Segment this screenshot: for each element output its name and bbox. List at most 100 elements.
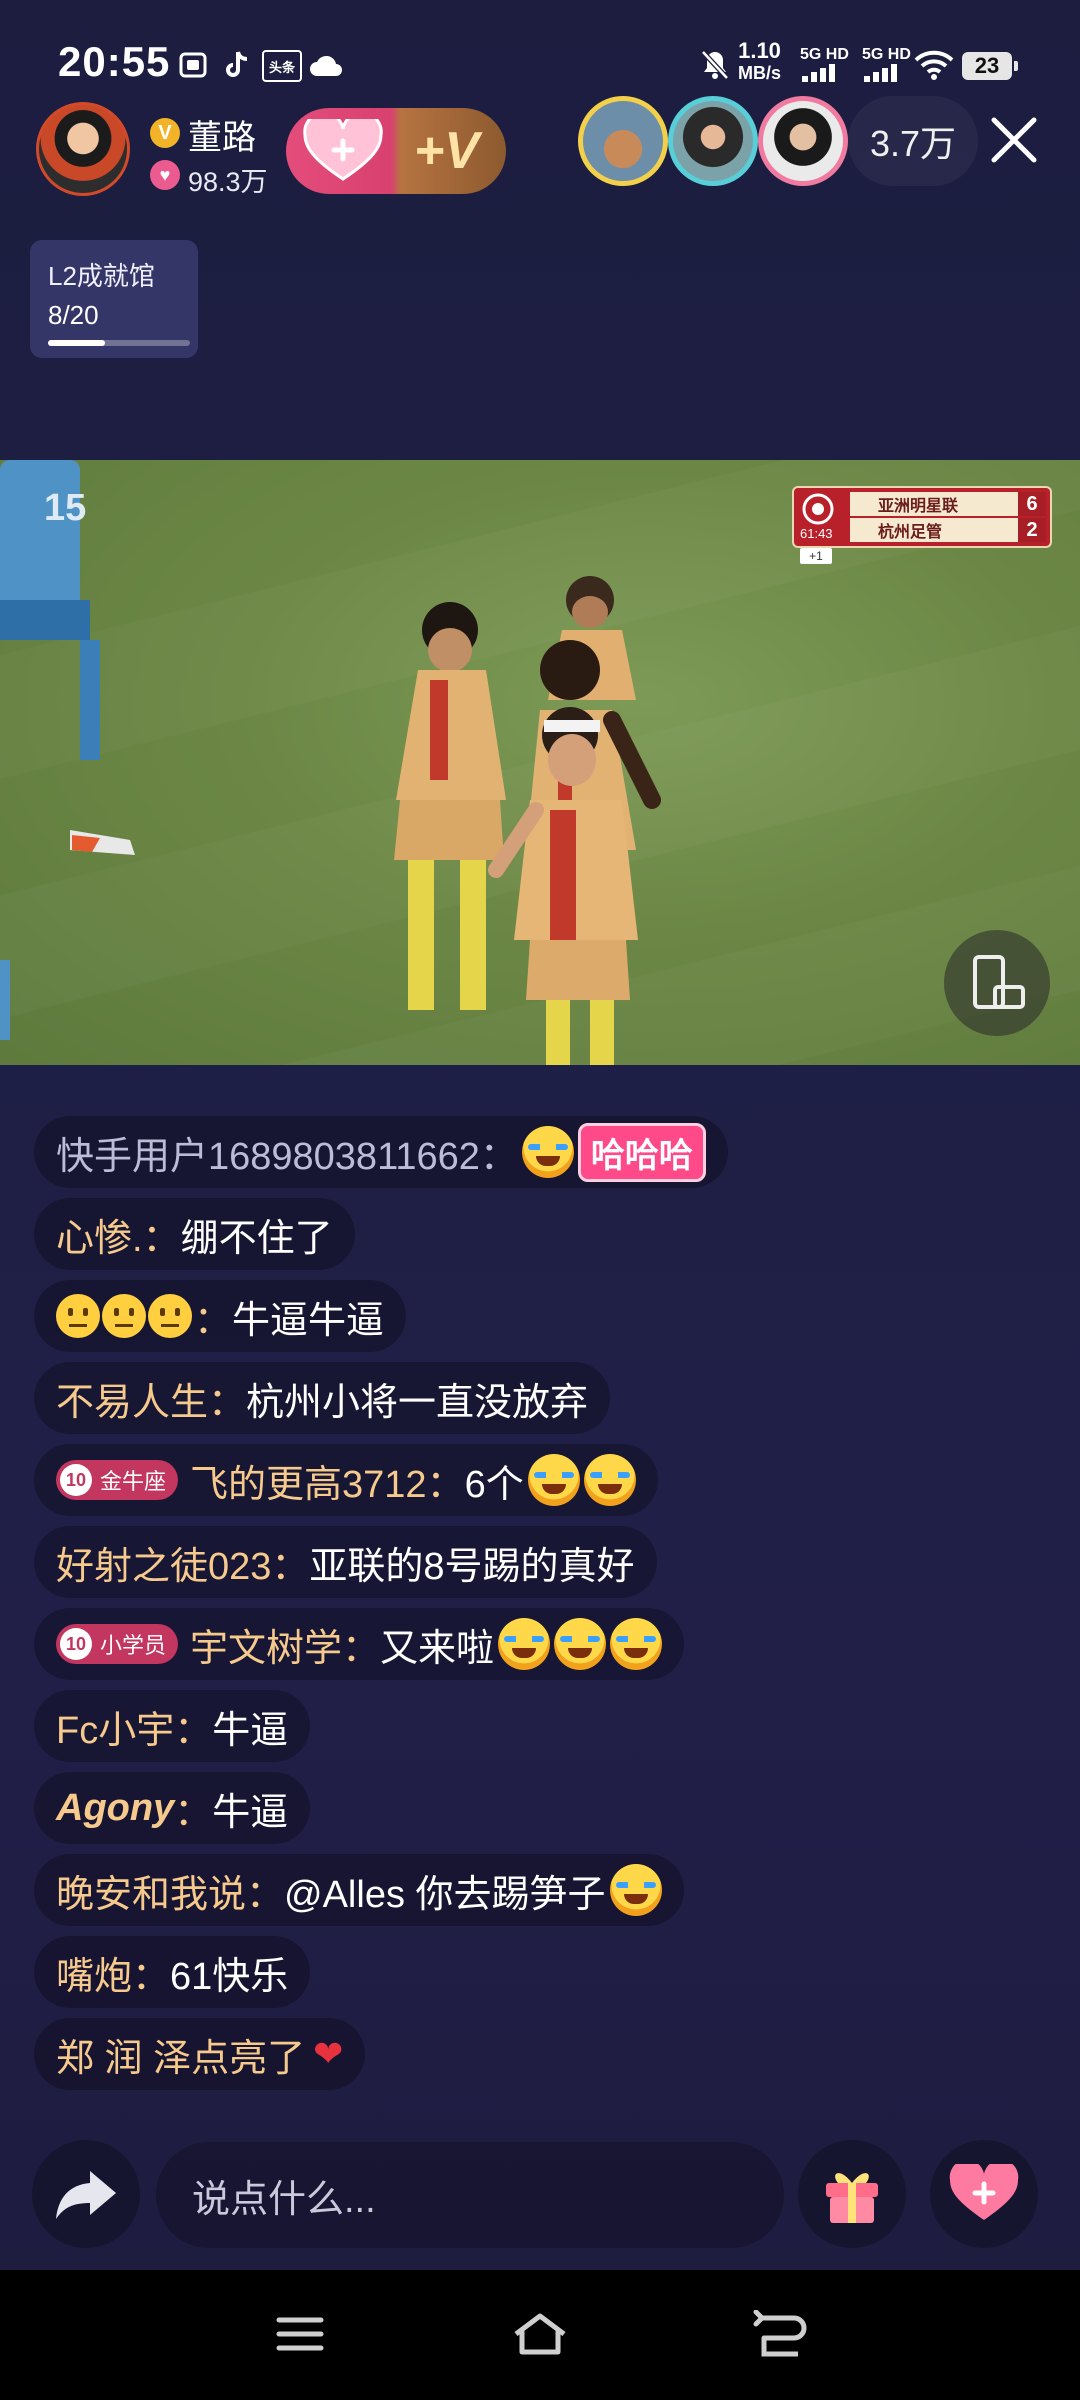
- team-score: 2: [1018, 518, 1046, 542]
- frown-face-icon: [102, 1294, 146, 1338]
- viewer-count[interactable]: 3.7万: [848, 96, 978, 186]
- fan-badge: 10 金牛座: [56, 1460, 179, 1500]
- signal-sim1: 5G HD: [800, 46, 849, 87]
- wifi-icon: [912, 48, 956, 82]
- follow-heart-icon: [302, 119, 384, 183]
- player-blue: 15: [0, 460, 135, 855]
- chat-username: Fc小宇：: [56, 1709, 213, 1752]
- chat-username: 不易人生：: [56, 1381, 247, 1424]
- chat-message: 晚安和我说： @Alles 你去踢笋子: [34, 1854, 684, 1926]
- chat-message: ： 牛逼牛逼: [34, 1280, 407, 1352]
- team-name: 杭州足管: [878, 524, 943, 541]
- rotate-screen-button[interactable]: [944, 930, 1050, 1036]
- home-button[interactable]: [500, 2304, 580, 2364]
- menu-icon: [276, 2317, 324, 2351]
- chat-message: 好射之徒023： 亚联的8号踢的真好: [34, 1526, 657, 1598]
- comment-input[interactable]: 说点什么...: [156, 2142, 784, 2248]
- achievement-progress-bar: [48, 340, 190, 346]
- chat-message: 嘴炮： 61快乐: [34, 1936, 311, 2008]
- chat-message: Agony ： 牛逼: [34, 1772, 311, 1844]
- back-icon: [753, 2310, 807, 2357]
- vip-badge: V: [150, 118, 180, 148]
- chat-text: 61快乐: [170, 1955, 289, 1998]
- menu-button[interactable]: [260, 2304, 340, 2364]
- follow-v-label: +V: [414, 122, 480, 180]
- chat-username: 好射之徒023：: [56, 1545, 310, 1588]
- chat-text: 6个: [464, 1463, 524, 1506]
- chat-message: Fc小宇： 牛逼: [34, 1690, 311, 1762]
- crying-laughing-emoji-icon: [554, 1618, 607, 1670]
- gift-button[interactable]: [798, 2140, 906, 2248]
- rotate-screen-icon: [973, 955, 1025, 1009]
- crying-laughing-emoji-icon: [610, 1618, 663, 1670]
- share-icon: [56, 2171, 116, 2219]
- chat-message: 郑 润 泽点亮了 ❤: [34, 2018, 366, 2090]
- chat-list[interactable]: 快手用户1689803811662： 哈哈哈 心惨.： 绷不住了 ： 牛逼牛逼 …: [34, 1116, 1034, 2100]
- score-row-team1: 亚洲明星联 6: [850, 492, 1046, 516]
- crying-laughing-emoji-icon: [527, 1454, 580, 1506]
- chat-username: 宇文树学：: [190, 1627, 381, 1670]
- chat-message: 10 金牛座 飞的更高3712： 6个: [34, 1444, 658, 1516]
- team-name: 亚洲明星联: [878, 498, 959, 515]
- close-icon[interactable]: [988, 114, 1040, 166]
- chat-text: 牛逼: [212, 1709, 289, 1752]
- red-heart-icon: ❤: [313, 2033, 344, 2074]
- signal-sim2: 5G HD: [862, 46, 911, 87]
- laughing-emoji-icon: [521, 1126, 574, 1178]
- chat-username: 晚安和我说：: [56, 1873, 285, 1916]
- share-button[interactable]: [32, 2140, 140, 2248]
- scoreboard: 61:43 亚洲明星联 6 杭州足管 2: [792, 486, 1052, 548]
- achievement-progress-fill: [48, 340, 105, 346]
- chat-text: 杭州小将一直没放弃: [246, 1381, 589, 1424]
- viewer-avatar[interactable]: [758, 96, 848, 186]
- chat-text: 牛逼牛逼: [232, 1299, 385, 1342]
- tiktok-icon: [222, 48, 252, 82]
- back-button[interactable]: [740, 2304, 820, 2364]
- live-video[interactable]: 15 61:43 亚洲明星联 6 杭州足管 2 +1: [0, 460, 1080, 1065]
- battery-indicator: 23: [962, 52, 1018, 80]
- neutral-face-icon: [56, 1294, 100, 1338]
- chat-username: Agony: [56, 1786, 175, 1829]
- score-row-team2: 杭州足管 2: [850, 518, 1046, 542]
- chat-text: 牛逼: [212, 1791, 289, 1834]
- chat-separator: ：: [174, 1791, 213, 1834]
- host-likes: 98.3万: [188, 167, 268, 197]
- comment-placeholder: 说点什么...: [192, 2178, 376, 2221]
- achievement-card[interactable]: L2成就馆 8/20: [30, 240, 198, 358]
- home-icon: [514, 2313, 566, 2355]
- like-button[interactable]: [930, 2140, 1038, 2248]
- players-orange: [394, 576, 661, 1065]
- svg-text:15: 15: [44, 487, 86, 529]
- achievement-title: L2成就馆: [48, 261, 155, 291]
- viewer-avatar[interactable]: [578, 96, 668, 186]
- crying-laughing-emoji-icon: [498, 1618, 551, 1670]
- match-time: 61:43: [800, 526, 833, 541]
- status-time: 20:55: [58, 38, 171, 85]
- chat-text: 亚联的8号踢的真好: [309, 1545, 635, 1588]
- achievement-progress: 8/20: [48, 300, 99, 330]
- fan-badge: 10 小学员: [56, 1624, 179, 1664]
- chat-username: ：: [194, 1299, 233, 1342]
- mute-bell-icon: [698, 48, 732, 82]
- player-edge: [0, 960, 10, 1040]
- host-name[interactable]: 董路: [188, 110, 256, 159]
- haha-sticker: 哈哈哈: [577, 1122, 706, 1182]
- neutral-face-icon: [148, 1294, 192, 1338]
- viewer-avatar[interactable]: [668, 96, 758, 186]
- chat-username: 心惨.：: [56, 1217, 181, 1260]
- chat-text: 又来啦: [380, 1627, 495, 1670]
- crying-laughing-emoji-icon: [609, 1864, 662, 1916]
- likes-heart-icon: ♥: [150, 160, 180, 190]
- chat-username: 郑 润 泽点亮了: [56, 2037, 306, 2080]
- follow-button[interactable]: +V: [286, 108, 506, 194]
- added-time: +1: [800, 548, 832, 564]
- team-score: 6: [1018, 492, 1046, 516]
- gift-icon: [826, 2173, 878, 2223]
- chat-username: 飞的更高3712：: [190, 1463, 465, 1506]
- crying-laughing-emoji-icon: [583, 1454, 636, 1506]
- net-speed: 1.10 MB/s: [738, 38, 782, 84]
- host-avatar[interactable]: [36, 102, 130, 196]
- system-nav-bar: [0, 2270, 1080, 2400]
- cloud-icon: [308, 48, 344, 82]
- chat-message: 心惨.： 绷不住了: [34, 1198, 355, 1270]
